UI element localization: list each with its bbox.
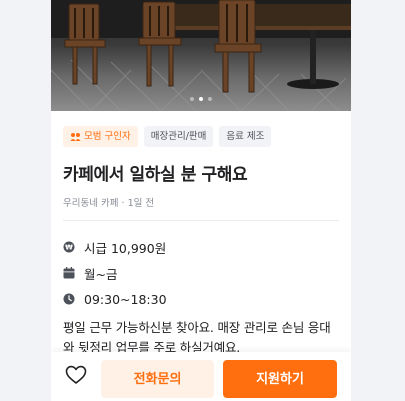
- posted-time: 1일 전: [127, 198, 155, 209]
- medal-icon: [70, 132, 81, 141]
- tag-label: 모범 구인자: [84, 131, 131, 142]
- post-header: 모범 구인자 매장관리/판매 음료 제조 카페에서 일하실 분 구해요 우리동네…: [63, 126, 339, 209]
- tag-list: 모범 구인자 매장관리/판매 음료 제조: [63, 126, 339, 148]
- bottom-action-bar: 전화문의 지원하기: [51, 352, 351, 401]
- hours-text: 09:30~18:30: [84, 291, 167, 307]
- tag-category: 음료 제조: [219, 126, 272, 147]
- calendar-icon: [63, 267, 75, 279]
- store-name[interactable]: 우리동네 카페: [63, 198, 118, 209]
- hours-row: 09:30~18:30: [63, 286, 339, 312]
- job-post-sheet: 모범 구인자 매장관리/판매 음료 제조 카페에서 일하실 분 구해요 우리동네…: [51, 0, 351, 401]
- heart-icon[interactable]: [65, 365, 87, 385]
- slide-dot: [208, 97, 212, 101]
- slide-dot-active: [199, 97, 203, 101]
- divider: [63, 220, 339, 221]
- hero-image[interactable]: [51, 0, 351, 111]
- slide-indicator: [51, 97, 351, 101]
- svg-text:₩: ₩: [65, 244, 73, 252]
- clock-icon: [63, 293, 75, 305]
- post-meta: 우리동네 카페 · 1일 전: [63, 195, 339, 209]
- page: 모범 구인자 매장관리/판매 음료 제조 카페에서 일하실 분 구해요 우리동네…: [0, 0, 405, 401]
- apply-button[interactable]: 지원하기: [223, 360, 337, 398]
- wage-text: 시급 10,990원: [84, 240, 167, 256]
- meta-separator: ·: [121, 198, 125, 209]
- cafe-photo: [51, 0, 351, 111]
- job-info: ₩ 시급 10,990원 월~금 09:30~18:30: [63, 234, 339, 312]
- slide-dot: [190, 97, 194, 101]
- post-title: 카페에서 일하실 분 구해요: [63, 165, 248, 185]
- days-row: 월~금: [63, 260, 339, 286]
- coin-icon: ₩: [63, 241, 75, 253]
- days-text: 월~금: [84, 266, 118, 282]
- wage-row: ₩ 시급 10,990원: [63, 234, 339, 260]
- tag-category: 매장관리/판매: [143, 126, 214, 147]
- call-inquiry-button[interactable]: 전화문의: [101, 360, 214, 398]
- tag-model-employer: 모범 구인자: [63, 126, 138, 147]
